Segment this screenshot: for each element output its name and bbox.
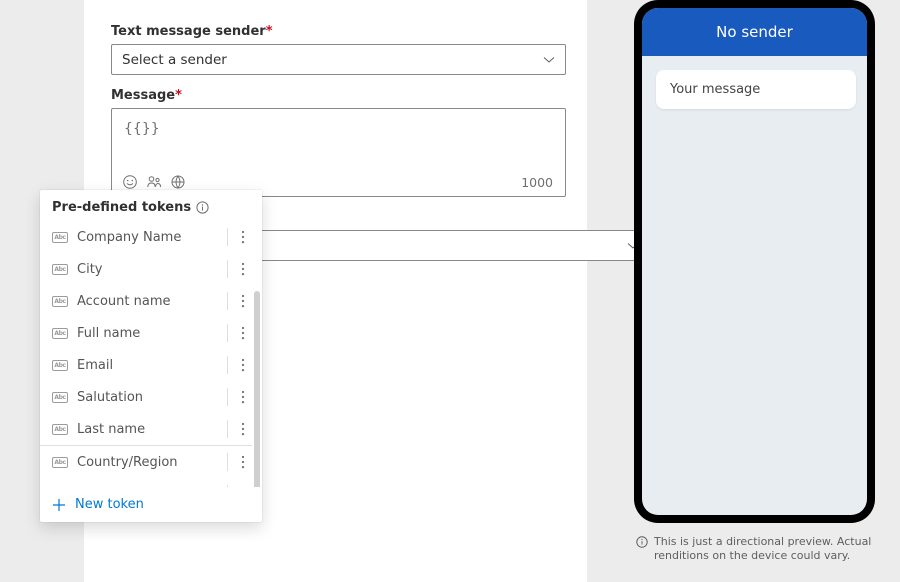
people-icon[interactable] bbox=[146, 174, 162, 190]
more-icon[interactable] bbox=[234, 292, 252, 310]
more-icon[interactable] bbox=[234, 260, 252, 278]
separator bbox=[227, 292, 228, 310]
more-icon[interactable] bbox=[234, 485, 252, 487]
token-row[interactable]: Abc City bbox=[40, 253, 252, 285]
sender-select-placeholder: Select a sender bbox=[122, 52, 227, 68]
separator bbox=[227, 260, 228, 278]
more-icon[interactable] bbox=[234, 420, 252, 438]
text-field-icon: Abc bbox=[52, 360, 68, 371]
required-mark: * bbox=[175, 88, 182, 103]
disclaimer-text: This is just a directional preview. Actu… bbox=[654, 535, 881, 564]
more-icon[interactable] bbox=[234, 228, 252, 246]
token-label: Salutation bbox=[77, 390, 221, 405]
required-mark: * bbox=[266, 24, 273, 39]
chevron-down-icon bbox=[543, 54, 555, 66]
emoji-icon[interactable] bbox=[122, 174, 138, 190]
separator bbox=[227, 453, 228, 471]
char-count: 1000 bbox=[521, 175, 553, 190]
text-field-icon: Abc bbox=[52, 296, 68, 307]
message-field-label: Message* bbox=[111, 88, 182, 103]
separator bbox=[227, 388, 228, 406]
phone-body: Your message bbox=[642, 56, 867, 123]
new-token-label: New token bbox=[75, 497, 144, 512]
text-field-icon: Abc bbox=[52, 264, 68, 275]
sender-select[interactable]: Select a sender bbox=[111, 44, 566, 75]
more-icon[interactable] bbox=[234, 324, 252, 342]
preview-disclaimer: This is just a directional preview. Actu… bbox=[636, 535, 881, 564]
token-label: First name bbox=[77, 487, 221, 488]
token-label: Full name bbox=[77, 326, 221, 341]
text-field-icon: Abc bbox=[52, 424, 68, 435]
token-row[interactable]: Abc Salutation bbox=[40, 381, 252, 413]
token-label: Account name bbox=[77, 294, 221, 309]
phone-preview: No sender Your message bbox=[634, 0, 875, 523]
token-row[interactable]: AbcFirst name bbox=[40, 478, 252, 487]
sender-field-label: Text message sender* bbox=[111, 24, 273, 39]
message-editor[interactable]: {{}} 1000 bbox=[111, 108, 566, 197]
secondary-select[interactable] bbox=[195, 230, 650, 261]
message-content: {{}} bbox=[124, 121, 160, 137]
token-row[interactable]: Abc Company Name bbox=[40, 221, 252, 253]
separator bbox=[227, 356, 228, 374]
label-text: Message bbox=[111, 88, 175, 103]
text-field-icon: Abc bbox=[52, 328, 68, 339]
separator bbox=[227, 228, 228, 246]
tokens-list: AbcCompany NameAbcCityAbcAccount nameAbc… bbox=[40, 221, 262, 487]
more-icon[interactable] bbox=[234, 356, 252, 374]
separator bbox=[227, 485, 228, 487]
plus-icon bbox=[52, 498, 66, 512]
app-root: Text message sender* Select a sender Mes… bbox=[0, 0, 900, 582]
token-row[interactable]: Abc Last name bbox=[40, 413, 252, 445]
token-label: Country/Region bbox=[77, 455, 221, 470]
more-icon[interactable] bbox=[234, 388, 252, 406]
message-toolbar bbox=[122, 174, 186, 190]
token-label: Company Name bbox=[77, 230, 221, 245]
tokens-popup: Pre-defined tokens Abc Company Name Abc Cit… bbox=[40, 190, 262, 522]
token-label: City bbox=[77, 262, 221, 277]
tokens-popup-header: Pre-defined tokens bbox=[40, 190, 262, 221]
token-label: Last name bbox=[77, 422, 221, 437]
phone-header-text: No sender bbox=[716, 23, 793, 41]
text-field-icon: Abc bbox=[52, 457, 68, 468]
separator bbox=[227, 324, 228, 342]
token-row[interactable]: Abc Full name bbox=[40, 317, 252, 349]
token-row[interactable]: Abc Country/Region bbox=[40, 446, 252, 478]
globe-icon[interactable] bbox=[170, 174, 186, 190]
token-row[interactable]: Abc Account name bbox=[40, 285, 252, 317]
tokens-header-text: Pre-defined tokens bbox=[52, 200, 191, 215]
more-icon[interactable] bbox=[234, 453, 252, 471]
text-field-icon: Abc bbox=[52, 232, 68, 243]
info-icon[interactable] bbox=[196, 201, 209, 214]
text-field-icon: Abc bbox=[52, 392, 68, 403]
scrollbar[interactable] bbox=[254, 291, 260, 487]
phone-header: No sender bbox=[642, 8, 867, 56]
info-icon bbox=[636, 535, 648, 564]
token-label: Email bbox=[77, 358, 221, 373]
message-bubble: Your message bbox=[656, 70, 856, 109]
token-row[interactable]: Abc Email bbox=[40, 349, 252, 381]
bubble-text: Your message bbox=[670, 82, 760, 97]
label-text: Text message sender bbox=[111, 24, 266, 39]
separator bbox=[227, 420, 228, 438]
new-token-button[interactable]: New token bbox=[40, 487, 262, 522]
phone-screen: No sender Your message bbox=[642, 8, 867, 515]
